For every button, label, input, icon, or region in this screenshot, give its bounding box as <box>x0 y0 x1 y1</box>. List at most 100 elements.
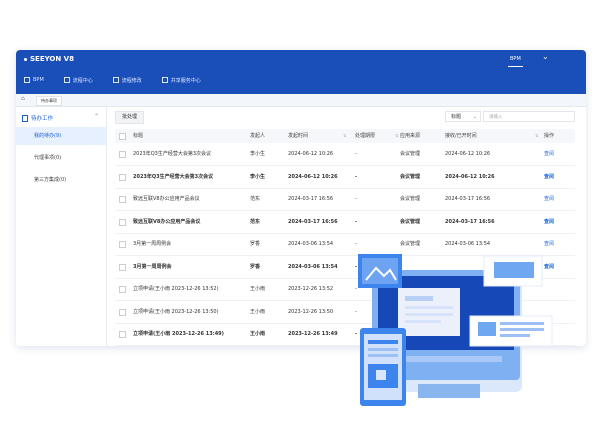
cell-deadline: - <box>355 286 357 292</box>
cell-start-time: 2024-06-12 10:26 <box>288 173 338 180</box>
table-row[interactable]: 3月第一周周例会 罗香 2024-03-06 13:54 - 查阅 <box>115 256 575 279</box>
cell-received: 2024-03-06 13:54 <box>445 241 491 247</box>
chevron-down-icon[interactable]: ⌄ <box>542 52 549 61</box>
cell-received: 2024-06-12 10:26 <box>445 151 491 157</box>
monitor-stand <box>418 384 480 398</box>
row-checkbox[interactable] <box>119 241 126 248</box>
nav-item-process-edit[interactable]: 流程修改 <box>112 77 142 84</box>
cell-title[interactable]: 2023年Q3生产经营大会第3次会议 <box>133 166 213 188</box>
cell-deadline: - <box>355 196 357 202</box>
tablet-image <box>368 364 398 388</box>
select-all-checkbox[interactable] <box>119 133 126 140</box>
cell-deadline: - <box>355 331 358 337</box>
sort-icon[interactable]: ⇅ <box>341 129 346 143</box>
cell-title[interactable]: 立项申请(王小雨 2023-12-26 13:50) <box>133 301 219 323</box>
cell-sender: 罗香 <box>250 263 261 270</box>
cell-title[interactable]: 致远互联V8办公应用产品会议 <box>133 188 200 210</box>
table-row[interactable]: 立项申请(王小雨 2023-12-26 13:52) 王小雨 2023-12-26 … <box>115 278 575 301</box>
table-row[interactable]: 致远互联V8办公应用产品会议 范东 2024-03-17 16:56 - 会议管理 202… <box>115 211 575 234</box>
cell-action[interactable]: 查阅 <box>544 188 554 210</box>
cell-sender: 罗香 <box>250 241 261 247</box>
row-checkbox[interactable] <box>119 173 126 181</box>
cell-received: 2024-06-12 10:26 <box>445 173 495 180</box>
sidebar-item-third-party[interactable]: 第三方集成(0) <box>16 171 106 189</box>
search-input[interactable]: 请输入 <box>483 111 575 122</box>
nav-item-process-center[interactable]: 流程中心 <box>63 77 93 84</box>
table-row[interactable]: 2023年Q3生产经营大会第3次会议 李小生 2024-06-12 10:26 - 会议… <box>115 143 575 166</box>
column-received[interactable]: 接收/已开时间 <box>445 129 477 143</box>
cell-deadline: - <box>355 218 358 225</box>
cell-start-time: 2024-03-06 13:54 <box>288 241 334 247</box>
brand-logo[interactable]: SEEYON V8 <box>24 55 74 63</box>
table-row[interactable]: 立项申请(王小雨 2023-12-26 13:49) 王小雨 2023-12-26 … <box>115 323 575 346</box>
grid-icon <box>63 77 70 83</box>
cell-title[interactable]: 3月第一周周例会 <box>133 256 171 278</box>
top-bar: SEEYON V8 BPM ⌄ BPM 流程中心 流程修改 共享服务中心 <box>16 50 586 94</box>
cell-source: 会议管理 <box>400 151 421 157</box>
cell-start-time: 2023-12-26 13:52 <box>288 286 334 292</box>
main-nav: BPM 流程中心 流程修改 共享服务中心 <box>16 74 213 86</box>
column-sender[interactable]: 发起人 <box>250 129 265 143</box>
table-header: 标题 发起人 发起时间 ⇅ 处理期限 ⇅ 应用来源 接收/已开时间 ⇅ 操作 <box>115 129 575 143</box>
cell-title[interactable]: 立项申请(王小雨 2023-12-26 13:52) <box>133 278 219 300</box>
tablet-line <box>368 348 398 351</box>
cell-source: 会议管理 <box>400 173 421 180</box>
tablet-line <box>368 354 398 357</box>
cell-action[interactable]: 查阅 <box>544 233 554 255</box>
chart-icon <box>112 77 119 83</box>
cell-sender: 范东 <box>250 218 261 225</box>
filter-select[interactable]: 标题 ⌄ <box>445 111 481 122</box>
sort-icon[interactable]: ⇅ <box>533 129 538 143</box>
sidebar-item-my-todo[interactable]: 我的待办(9) <box>16 127 106 145</box>
row-checkbox[interactable] <box>119 151 126 158</box>
row-checkbox[interactable] <box>119 263 126 271</box>
row-checkbox[interactable] <box>119 196 126 203</box>
column-source[interactable]: 应用来源 <box>400 129 420 143</box>
table-row[interactable]: 3月第一周周例会 罗香 2024-03-06 13:54 - 会议管理 2024-03-0… <box>115 233 575 256</box>
tab-todo[interactable]: 待办事项 <box>36 96 62 106</box>
monitor-chin <box>390 356 502 362</box>
cell-start-time: 2024-06-12 10:26 <box>288 151 334 157</box>
cell-title[interactable]: 3月第一周周例会 <box>133 233 171 255</box>
row-checkbox[interactable] <box>119 218 126 226</box>
cell-deadline: - <box>355 308 357 315</box>
sort-icon[interactable]: ⇅ <box>393 129 398 143</box>
cell-start-time: 2024-03-17 16:56 <box>288 196 334 202</box>
cell-received: 2024-03-17 16:56 <box>445 196 491 202</box>
cell-action[interactable]: 查阅 <box>544 256 554 278</box>
column-start-time[interactable]: 发起时间 <box>288 129 308 143</box>
batch-button[interactable]: 批处理 <box>115 111 145 124</box>
cell-received: 2024-03-17 16:56 <box>445 218 495 225</box>
row-checkbox[interactable] <box>119 331 126 338</box>
cell-sender: 李小生 <box>250 173 266 180</box>
row-checkbox[interactable] <box>119 286 126 293</box>
breadcrumb: ⌂ 待办事项 <box>16 94 586 107</box>
cell-source: 会议管理 <box>400 196 421 202</box>
cell-title[interactable]: 2023年Q3生产经营大会第3次会议 <box>133 143 211 165</box>
cell-action[interactable]: 查阅 <box>544 211 554 233</box>
cell-source: 会议管理 <box>400 218 421 225</box>
sidebar-header[interactable]: 待办工作 <box>22 114 53 122</box>
cell-action[interactable]: 查阅 <box>544 143 554 165</box>
bpm-icon <box>24 77 30 83</box>
cell-title[interactable]: 致远互联V8办公应用产品会议 <box>133 211 200 233</box>
column-title[interactable]: 标题 <box>133 129 143 143</box>
cell-action[interactable]: 查阅 <box>544 166 554 188</box>
table-row[interactable]: 立项申请(王小雨 2023-12-26 13:50) 王小雨 2023-12-26 … <box>115 301 575 324</box>
sidebar-item-proxy[interactable]: 代理事项(0) <box>16 149 106 167</box>
cell-title[interactable]: 立项申请(王小雨 2023-12-26 13:49) <box>133 323 224 345</box>
bpm-tab[interactable]: BPM <box>508 56 523 67</box>
nav-item-bpm[interactable]: BPM <box>24 77 44 83</box>
nav-item-shared-service[interactable]: 共享服务中心 <box>161 77 201 84</box>
row-checkbox[interactable] <box>119 308 126 316</box>
todo-icon <box>22 115 28 122</box>
cell-deadline: - <box>355 151 357 157</box>
chevron-down-icon[interactable]: ⌃ <box>94 113 99 120</box>
home-icon[interactable]: ⌂ <box>21 95 25 102</box>
table-row[interactable]: 2023年Q3生产经营大会第3次会议 李小生 2024-06-12 10:26 - 会议… <box>115 166 575 189</box>
column-deadline[interactable]: 处理期限 <box>355 129 375 143</box>
cell-sender: 范东 <box>250 196 261 202</box>
cell-start-time: 2023-12-26 13:50 <box>288 308 334 315</box>
table-row[interactable]: 致远互联V8办公应用产品会议 范东 2024-03-17 16:56 - 会议管理 202… <box>115 188 575 211</box>
cell-start-time: 2024-03-06 13:54 <box>288 263 338 270</box>
